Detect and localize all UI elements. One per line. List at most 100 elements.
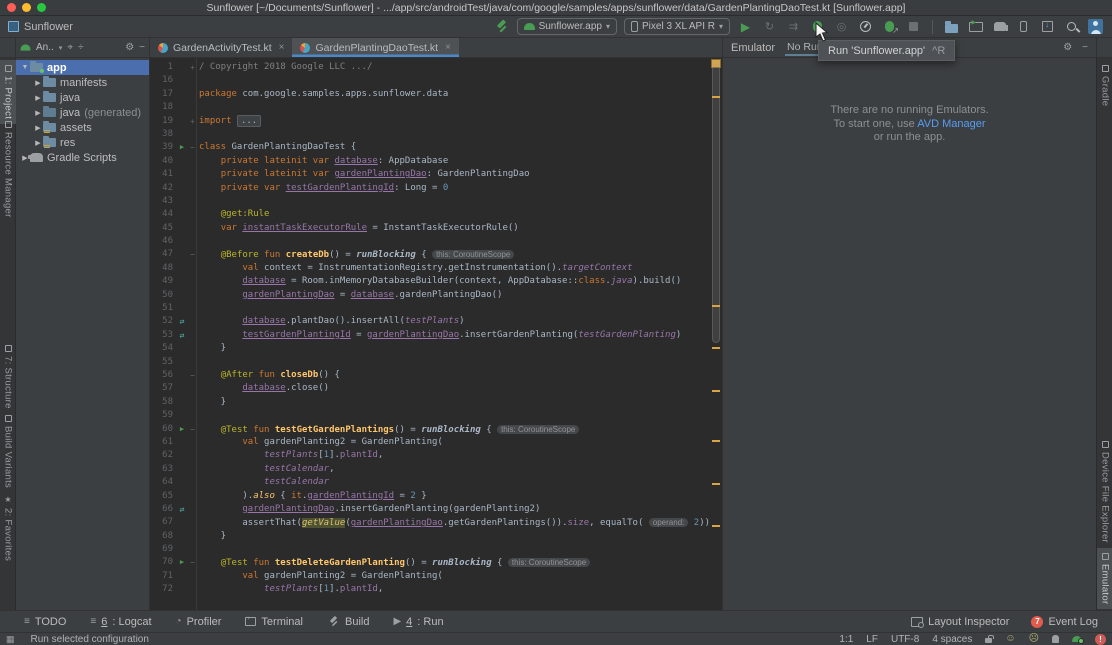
line-number[interactable]: 39 — [150, 141, 176, 154]
project-tree[interactable]: ▼app▶manifests▶java▶java(generated)▶asse… — [16, 58, 150, 610]
smiley-icon[interactable]: ☺ — [1005, 634, 1015, 644]
stripe-button-gradle[interactable]: Gradle — [1097, 60, 1112, 111]
profile-button[interactable] — [857, 18, 874, 35]
code-line[interactable]: 42 private var testGardenPlantingId: Lon… — [150, 182, 722, 195]
line-number[interactable]: 56 — [150, 369, 176, 382]
code-line[interactable]: 19+import ... — [150, 115, 722, 128]
code-line[interactable]: 41 private lateinit var gardenPlantingDa… — [150, 168, 722, 181]
code-line[interactable]: 56− @After fun closeDb() { — [150, 369, 722, 382]
scrollbar-thumb[interactable] — [712, 61, 720, 343]
line-number[interactable]: 47 — [150, 248, 176, 261]
tree-item-java[interactable]: ▶java — [16, 90, 149, 105]
code-line[interactable]: 39▶−class GardenPlantingDaoTest { — [150, 141, 722, 154]
indent-indicator[interactable]: 4 spaces — [932, 634, 972, 645]
line-number[interactable]: 67 — [150, 516, 176, 529]
encoding-indicator[interactable]: UTF-8 — [891, 634, 919, 645]
code-line[interactable]: 70▶− @Test fun testDeleteGardenPlanting(… — [150, 556, 722, 569]
sdk-manager-button[interactable] — [1039, 18, 1056, 35]
code-line[interactable]: 61 val gardenPlanting2 = GardenPlanting( — [150, 436, 722, 449]
tree-item-res[interactable]: ▶res — [16, 135, 149, 150]
code-line[interactable]: 69 — [150, 543, 722, 556]
stripe-button-emulator[interactable]: Emulator — [1097, 548, 1112, 609]
tool-window-button-terminal[interactable]: Terminal — [245, 615, 303, 628]
code-line[interactable]: 48 val context = InstrumentationRegistry… — [150, 262, 722, 275]
code-line[interactable]: 62 testPlants[1].plantId, — [150, 449, 722, 462]
line-number[interactable]: 42 — [150, 182, 176, 195]
lamp-icon[interactable] — [1052, 635, 1059, 643]
code-line[interactable]: 52⇄ database.plantDao().insertAll(testPl… — [150, 315, 722, 328]
line-number[interactable]: 63 — [150, 463, 176, 476]
tree-item-assets[interactable]: ▶assets — [16, 120, 149, 135]
run-test-gutter-icon[interactable]: ▶ — [176, 141, 188, 154]
sync-project-button[interactable] — [943, 18, 960, 35]
gradle-sync-button[interactable] — [991, 18, 1008, 35]
code-line[interactable]: 65 ).also { it.gardenPlantingId = 2 } — [150, 490, 722, 503]
editor-tab[interactable]: GardenPlantingDaoTest.kt× — [292, 38, 458, 57]
line-number[interactable]: 44 — [150, 208, 176, 221]
tool-window-button-run[interactable]: ▶4: Run — [393, 615, 443, 628]
line-ending-indicator[interactable]: LF — [866, 634, 878, 645]
tree-item-gradle-scripts[interactable]: ▶Gradle Scripts — [16, 150, 149, 165]
frown-icon[interactable]: ☹ — [1029, 634, 1039, 644]
code-line[interactable]: 40 private lateinit var database: AppDat… — [150, 155, 722, 168]
close-icon[interactable]: × — [279, 42, 285, 53]
line-number[interactable]: 43 — [150, 195, 176, 208]
code-line[interactable]: 49 database = Room.inMemoryDatabaseBuild… — [150, 275, 722, 288]
line-number[interactable]: 70 — [150, 556, 176, 569]
search-everywhere-button[interactable] — [1063, 18, 1080, 35]
line-number[interactable]: 65 — [150, 490, 176, 503]
layout-inspector-button[interactable]: Layout Inspector — [911, 616, 1009, 628]
avd-manager-link[interactable]: AVD Manager — [917, 118, 985, 130]
stripe-button-resource-manager[interactable]: Resource Manager — [0, 116, 16, 223]
code-line[interactable]: 38 — [150, 128, 722, 141]
run-coverage-button[interactable]: ◎ — [833, 18, 850, 35]
gear-icon[interactable]: ⚙ — [125, 42, 134, 53]
line-number[interactable]: 48 — [150, 262, 176, 275]
line-number[interactable]: 61 — [150, 436, 176, 449]
code-line[interactable]: 43 — [150, 195, 722, 208]
line-number[interactable]: 60 — [150, 423, 176, 436]
line-number[interactable]: 17 — [150, 88, 176, 101]
code-line[interactable]: 54 } — [150, 342, 722, 355]
line-number[interactable]: 54 — [150, 342, 176, 355]
line-number[interactable]: 40 — [150, 155, 176, 168]
tree-item-java[interactable]: ▶java(generated) — [16, 105, 149, 120]
disclosure-arrow-icon[interactable]: ▶ — [33, 94, 43, 102]
tree-item-manifests[interactable]: ▶manifests — [16, 75, 149, 90]
line-number[interactable]: 19 — [150, 115, 176, 128]
code-line[interactable]: 63 testCalendar, — [150, 463, 722, 476]
code-editor[interactable]: 1+/ Copyright 2018 Google LLC .../1617pa… — [150, 58, 722, 610]
project-view-selector[interactable]: An.. — [36, 42, 54, 53]
tool-window-button-logcat[interactable]: ≡6: Logcat — [90, 615, 151, 628]
line-number[interactable]: 59 — [150, 409, 176, 422]
disclosure-arrow-icon[interactable]: ▶ — [33, 79, 43, 87]
caret-position[interactable]: 1:1 — [839, 634, 853, 645]
line-number[interactable]: 38 — [150, 128, 176, 141]
run-test-gutter-icon[interactable]: ▶ — [176, 556, 188, 569]
disclosure-arrow-icon[interactable]: ▶ — [33, 109, 43, 117]
line-number[interactable]: 46 — [150, 235, 176, 248]
code-line[interactable]: 60▶− @Test fun testGetGardenPlantings() … — [150, 423, 722, 436]
stripe-button-1-project[interactable]: 1: Project — [0, 60, 16, 124]
line-number[interactable]: 52 — [150, 315, 176, 328]
stop-button[interactable] — [905, 18, 922, 35]
line-number[interactable]: 50 — [150, 289, 176, 302]
suspend-call-gutter-icon[interactable]: ⇄ — [176, 315, 188, 328]
disclosure-arrow-icon[interactable]: ▼ — [20, 64, 30, 71]
suspend-call-gutter-icon[interactable]: ⇄ — [176, 503, 188, 516]
code-line[interactable]: 72 testPlants[1].plantId, — [150, 583, 722, 596]
run-test-gutter-icon[interactable]: ▶ — [176, 423, 188, 436]
tool-windows-icon[interactable]: ▦ — [6, 634, 15, 645]
run-button[interactable]: ▶ — [737, 18, 754, 35]
tree-item-app[interactable]: ▼app — [16, 60, 149, 75]
editor-tab[interactable]: GardenActivityTest.kt× — [150, 38, 292, 57]
code-line[interactable]: 47− @Before fun createDb() = runBlocking… — [150, 248, 722, 261]
error-notification-icon[interactable] — [1095, 634, 1106, 645]
hide-panel-icon[interactable]: − — [139, 42, 145, 53]
code-line[interactable]: 64 testCalendar — [150, 476, 722, 489]
running-devices-button[interactable] — [967, 18, 984, 35]
locate-icon[interactable]: ⌖ — [67, 42, 73, 53]
line-number[interactable]: 69 — [150, 543, 176, 556]
build-hammer-button[interactable] — [493, 18, 510, 35]
code-line[interactable]: 1+/ Copyright 2018 Google LLC .../ — [150, 61, 722, 74]
